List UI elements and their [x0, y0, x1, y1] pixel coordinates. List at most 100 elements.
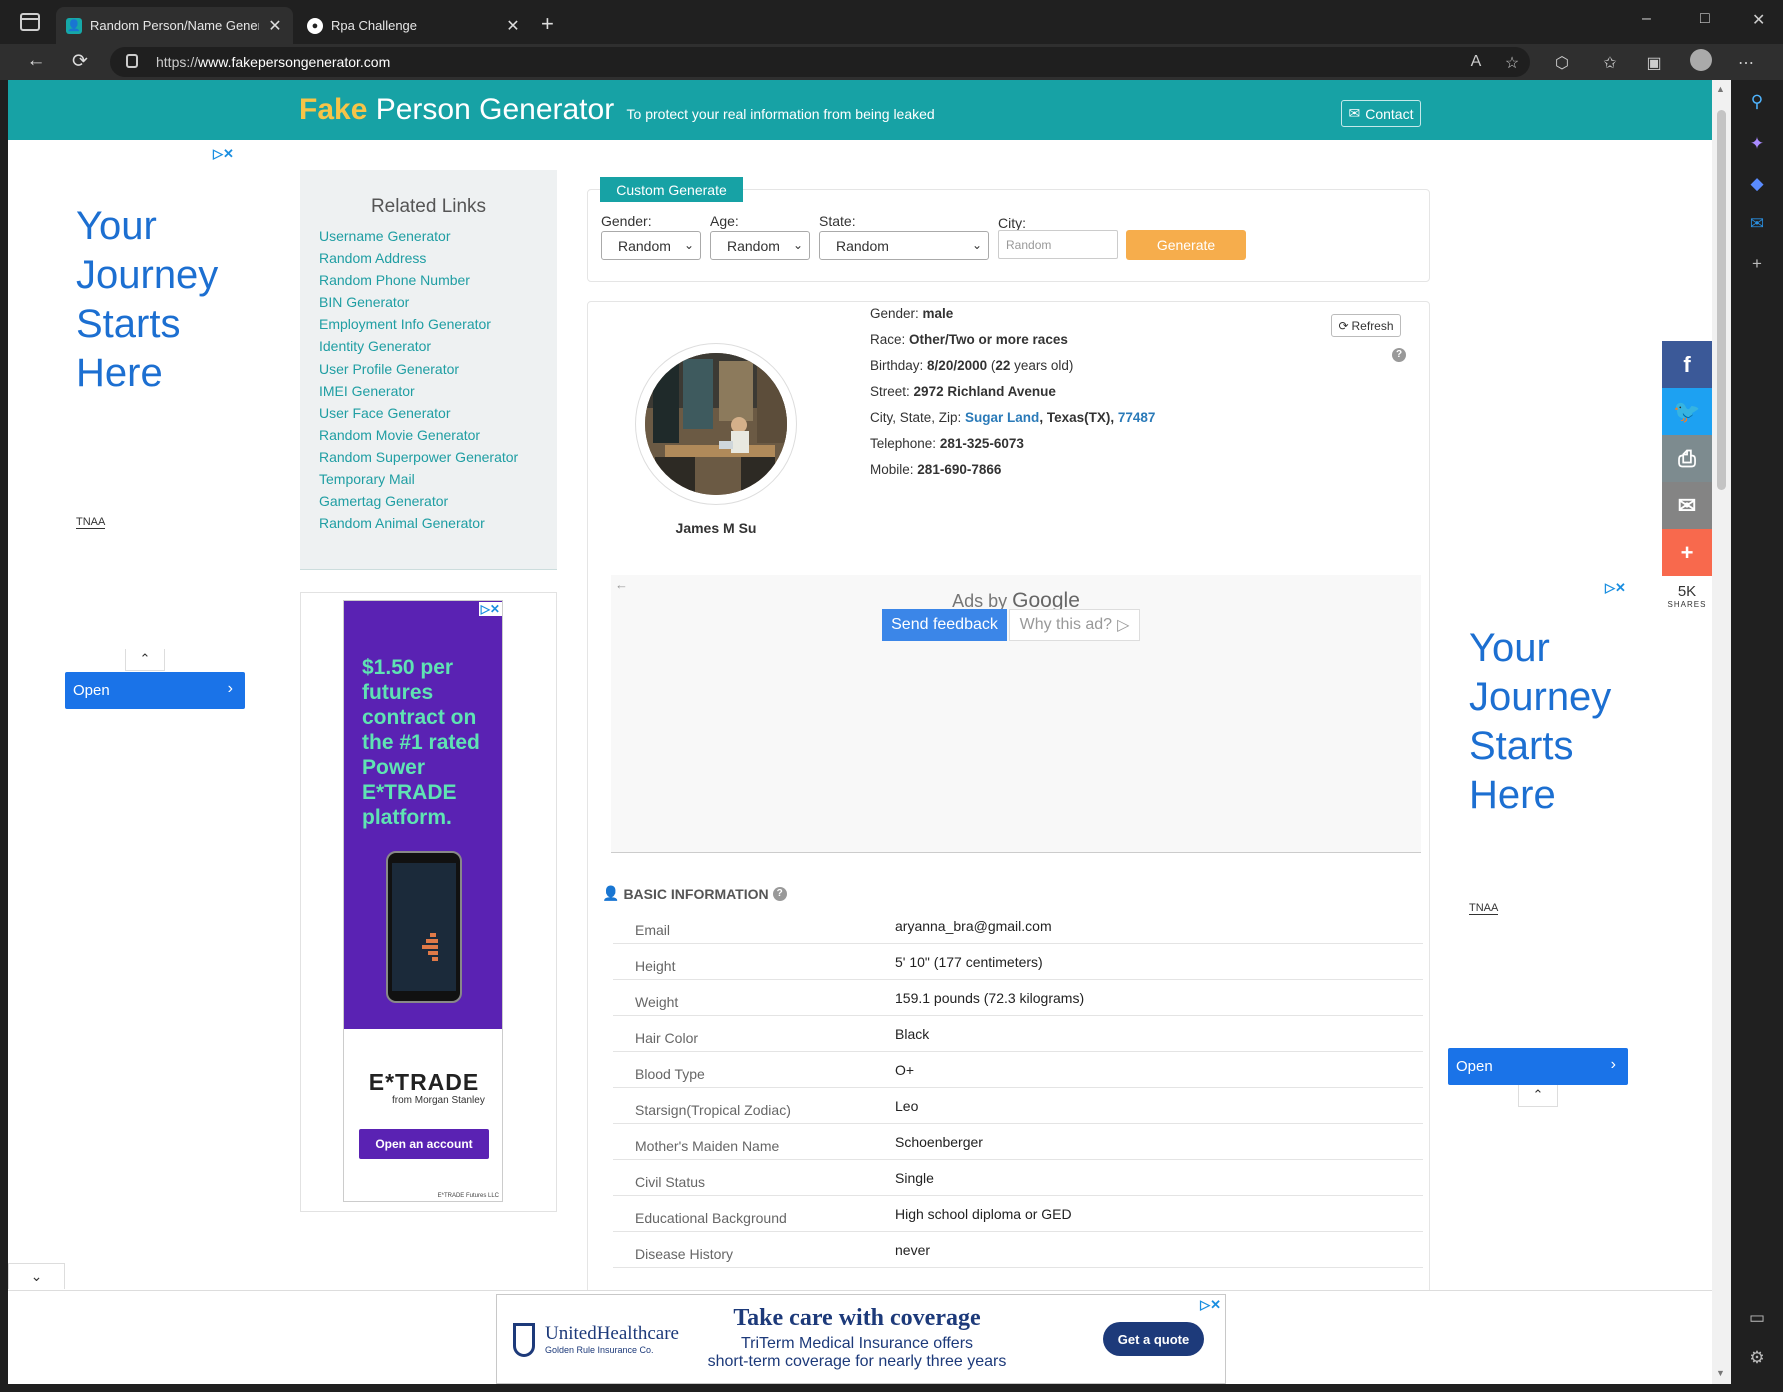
- why-this-ad-label: Why this ad?: [1019, 616, 1113, 633]
- adchoices-icon[interactable]: ▷✕: [213, 146, 234, 162]
- new-tab-icon[interactable]: +: [541, 11, 554, 37]
- refresh-button[interactable]: ⟳ Refresh: [1331, 314, 1401, 337]
- url-scheme: https://: [156, 54, 199, 70]
- related-link[interactable]: Employment Info Generator: [319, 313, 518, 335]
- related-link[interactable]: Username Generator: [319, 225, 518, 247]
- unitedhealthcare-ad[interactable]: ▷✕ UnitedHealthcare Golden Rule Insuranc…: [496, 1294, 1226, 1384]
- more-share-button[interactable]: +: [1662, 529, 1712, 576]
- favorite-star-icon[interactable]: ☆: [1502, 53, 1522, 73]
- related-link[interactable]: User Face Generator: [319, 402, 518, 424]
- help-icon[interactable]: ?: [1392, 348, 1406, 362]
- basic-info-label: BASIC INFORMATION: [623, 885, 769, 902]
- more-menu-icon[interactable]: ⋯: [1736, 53, 1756, 73]
- left-ad[interactable]: ▷✕ TNAA Your Journey Starts Here TNAA Op…: [8, 140, 298, 709]
- gender-label: Gender:: [601, 213, 652, 229]
- age-select[interactable]: Random ⌄: [710, 231, 810, 260]
- etrade-logo: E*TRADE: [368, 1069, 480, 1095]
- race-info: Race: Other/Two or more races: [870, 332, 1068, 347]
- state-select[interactable]: Random ⌄: [819, 231, 989, 260]
- print-share-button[interactable]: ⎙: [1662, 435, 1712, 482]
- tab-random-person[interactable]: 👤 Random Person/Name Generator ✕: [56, 7, 293, 44]
- gender-select-value: Random: [618, 237, 671, 254]
- scroll-thumb[interactable]: [1717, 110, 1726, 490]
- url-field[interactable]: https://www.fakepersongenerator.com: [110, 47, 1530, 77]
- phone-image: [386, 851, 462, 1003]
- scroll-up-icon[interactable]: ▲: [1716, 84, 1725, 94]
- row-value: Leo: [895, 1098, 919, 1114]
- close-tab-icon[interactable]: ✕: [505, 16, 521, 36]
- related-link[interactable]: Identity Generator: [319, 335, 518, 357]
- sidebar-layout-icon[interactable]: ▭: [1745, 1306, 1769, 1330]
- add-sidebar-app-icon[interactable]: +: [1745, 252, 1769, 276]
- related-link[interactable]: Random Phone Number: [319, 269, 518, 291]
- adchoices-icon[interactable]: ▷✕: [1200, 1297, 1221, 1313]
- bottom-ad-collapse-button[interactable]: ⌄: [8, 1263, 65, 1289]
- city-link[interactable]: Sugar Land: [965, 410, 1039, 425]
- facebook-share-button[interactable]: f: [1662, 341, 1712, 388]
- ad-headline: Your Journey Starts Here: [76, 204, 219, 395]
- window-close-icon[interactable]: ✕: [1752, 10, 1765, 30]
- search-icon[interactable]: ⚲: [1745, 90, 1769, 114]
- city-input[interactable]: Random: [998, 230, 1118, 259]
- ad-collapse-button[interactable]: ⌃: [125, 649, 165, 671]
- related-link[interactable]: Gamertag Generator: [319, 490, 518, 512]
- chevron-right-icon: ›: [1610, 1056, 1616, 1073]
- tab-actions-icon[interactable]: [20, 13, 40, 31]
- outlook-icon[interactable]: ✉: [1745, 212, 1769, 236]
- twitter-share-button[interactable]: 🐦: [1662, 388, 1712, 435]
- collections-icon[interactable]: ▣: [1644, 53, 1664, 73]
- shopping-icon[interactable]: ◆: [1745, 172, 1769, 196]
- related-link[interactable]: Random Address: [319, 247, 518, 269]
- related-link[interactable]: Temporary Mail: [319, 468, 518, 490]
- read-aloud-icon[interactable]: A: [1466, 53, 1486, 71]
- contact-button[interactable]: ✉ Contact: [1341, 100, 1421, 127]
- scroll-down-icon[interactable]: ▼: [1716, 1368, 1725, 1378]
- back-icon[interactable]: ←: [22, 50, 50, 72]
- generate-button[interactable]: Generate: [1126, 230, 1246, 260]
- edge-sidebar: ⚲ ✦ ◆ ✉ + ▭ ⚙: [1731, 80, 1783, 1392]
- reload-icon[interactable]: ⟳: [66, 50, 94, 73]
- gender-select[interactable]: Random ⌄: [601, 231, 701, 260]
- tab-rpa-challenge[interactable]: ● Rpa Challenge ✕: [297, 7, 531, 44]
- adchoices-icon[interactable]: ▷✕: [1605, 580, 1626, 596]
- related-link[interactable]: BIN Generator: [319, 291, 518, 313]
- person-photo: [635, 343, 797, 505]
- ad-open-button[interactable]: Open ›: [65, 672, 245, 709]
- help-icon[interactable]: ?: [772, 886, 787, 901]
- uhc-subtext: TriTerm Medical Insurance offers short-t…: [707, 1335, 1007, 1370]
- related-links-panel: Related Links Username Generator Random …: [300, 170, 557, 570]
- related-link[interactable]: Random Movie Generator: [319, 424, 518, 446]
- settings-gear-icon[interactable]: ⚙: [1745, 1346, 1769, 1370]
- ad-collapse-button[interactable]: ⌃: [1518, 1085, 1558, 1107]
- ad-open-label: Open: [73, 682, 110, 699]
- site-logo[interactable]: Fake Person Generator To protect your re…: [299, 93, 935, 127]
- etrade-fine-print: E*TRADE Futures LLC: [437, 1193, 499, 1199]
- profile-avatar-icon[interactable]: [1690, 49, 1712, 71]
- ad-open-button[interactable]: Open ›: [1448, 1048, 1628, 1085]
- why-this-ad-button[interactable]: Why this ad? ▷: [1009, 609, 1140, 641]
- copilot-sparkle-icon[interactable]: ✦: [1745, 132, 1769, 156]
- related-link[interactable]: IMEI Generator: [319, 380, 518, 402]
- open-account-button[interactable]: Open an account: [359, 1129, 489, 1159]
- ad-brand: TNAA: [1469, 902, 1499, 915]
- zip-link[interactable]: 77487: [1118, 410, 1156, 425]
- tab-title: Rpa Challenge: [331, 18, 418, 33]
- favorites-icon[interactable]: ✩: [1600, 53, 1620, 73]
- adchoices-icon[interactable]: ▷✕: [478, 602, 502, 616]
- related-link[interactable]: User Profile Generator: [319, 358, 518, 380]
- right-ad[interactable]: ▷✕ TNAA Your Journey Starts Here TNAA: [1403, 580, 1633, 1040]
- send-feedback-button[interactable]: Send feedback: [882, 609, 1007, 641]
- related-link[interactable]: Random Superpower Generator: [319, 446, 518, 468]
- extensions-icon[interactable]: ⬡: [1552, 53, 1572, 73]
- row-value: Single: [895, 1170, 934, 1186]
- minimize-icon[interactable]: –: [1642, 10, 1651, 28]
- age-select-value: Random: [727, 237, 780, 254]
- email-share-button[interactable]: ✉: [1662, 482, 1712, 529]
- person-photo-image: [645, 353, 787, 495]
- page-scrollbar[interactable]: ▲ ▼: [1712, 80, 1731, 1384]
- close-tab-icon[interactable]: ✕: [267, 16, 283, 36]
- related-link[interactable]: Random Animal Generator: [319, 512, 518, 534]
- maximize-icon[interactable]: □: [1700, 10, 1710, 28]
- etrade-ad[interactable]: ▷✕ $1.50 per futures contract on the #1 …: [343, 600, 503, 1202]
- get-quote-button[interactable]: Get a quote: [1103, 1322, 1204, 1356]
